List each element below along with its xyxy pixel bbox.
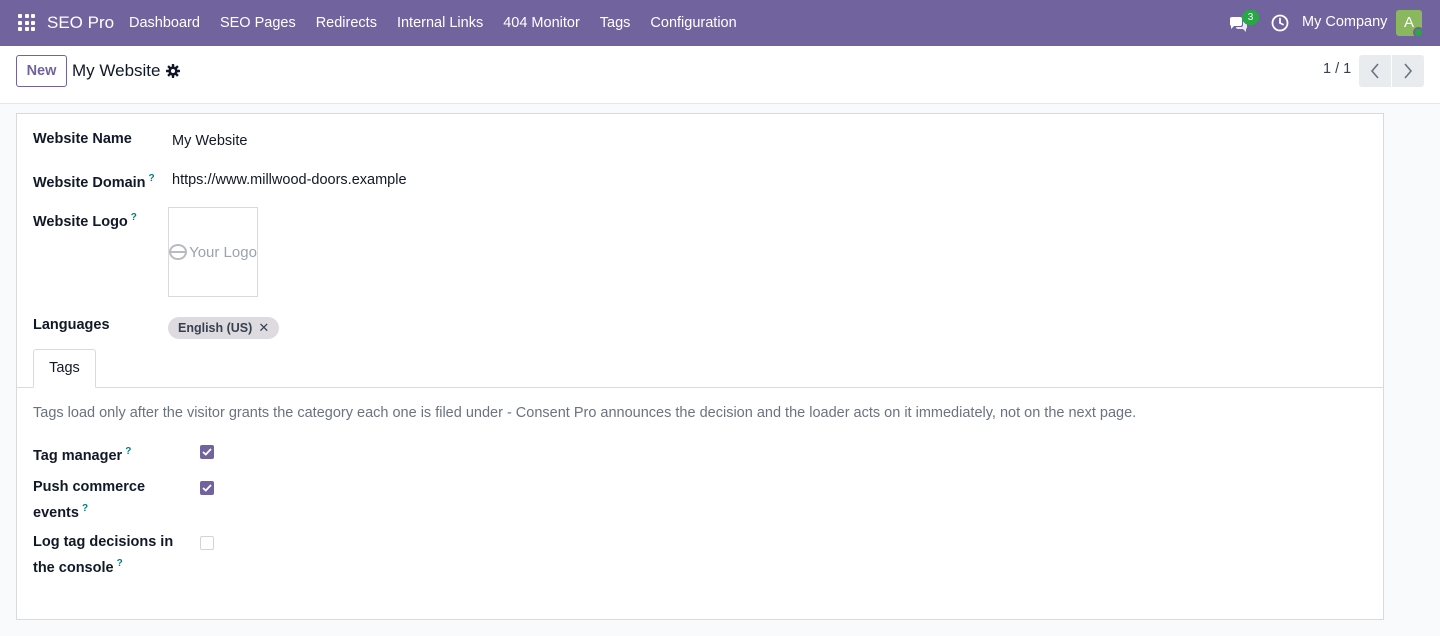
chat-count-badge: 3 (1242, 10, 1259, 25)
remove-tag-icon[interactable]: ✕ (258, 320, 269, 336)
pager-value[interactable]: 1 / 1 (1323, 61, 1351, 77)
chevron-right-icon (1404, 63, 1413, 79)
checkmark-icon (202, 484, 212, 492)
push-commerce-events-label: Push commerce events? (33, 479, 146, 521)
checkmark-icon (202, 448, 212, 456)
help-tooltip-icon[interactable]: ? (131, 212, 137, 223)
control-panel: New My Website 1 / 1 (0, 46, 1440, 104)
logo-text: Your Logo (189, 243, 257, 261)
log-tag-decisions-checkbox[interactable] (200, 536, 214, 550)
language-tag: English (US) ✕ (168, 317, 280, 339)
activity-clock-icon[interactable] (1271, 14, 1289, 32)
languages-label: Languages (33, 317, 110, 333)
help-tooltip-icon[interactable]: ? (82, 503, 88, 514)
tabs-divider (17, 387, 1383, 388)
app-brand[interactable]: SEO Pro (47, 13, 114, 33)
tags-tab-description: Tags load only after the visitor grants … (33, 405, 1137, 421)
breadcrumb-record-title: My Website (72, 61, 161, 80)
tag-manager-label: Tag manager? (33, 446, 132, 464)
help-tooltip-icon[interactable]: ? (125, 446, 131, 457)
help-tooltip-icon[interactable]: ? (117, 558, 123, 569)
push-commerce-events-checkbox[interactable] (200, 481, 214, 495)
website-domain-field[interactable]: https://www.millwood-doors.example (172, 172, 407, 188)
menu-item-404-monitor[interactable]: 404 Monitor (493, 0, 590, 46)
menu-item-seo-pages[interactable]: SEO Pages (210, 0, 306, 46)
top-navbar: SEO Pro Dashboard SEO Pages Redirects In… (0, 0, 1440, 46)
menu-item-dashboard[interactable]: Dashboard (119, 0, 210, 46)
menu-item-redirects[interactable]: Redirects (306, 0, 387, 46)
apps-grid-icon[interactable] (18, 14, 35, 31)
gear-icon[interactable] (166, 64, 180, 78)
company-switcher[interactable]: My Company (1302, 14, 1387, 30)
main-menu: Dashboard SEO Pages Redirects Internal L… (119, 0, 747, 46)
new-button[interactable]: New (16, 55, 67, 87)
online-status-dot (1413, 27, 1424, 38)
logo-mark-icon (169, 244, 188, 260)
form-sheet: Website Name My Website Website Domain? … (16, 113, 1384, 620)
menu-item-configuration[interactable]: Configuration (640, 0, 746, 46)
tag-manager-checkbox[interactable] (200, 445, 214, 459)
tab-tags[interactable]: Tags (33, 349, 96, 388)
log-tag-decisions-label: Log tag decisions in the console? (33, 534, 174, 576)
website-logo-image[interactable]: Your Logo (168, 207, 258, 297)
website-name-label: Website Name (33, 131, 132, 147)
menu-item-internal-links[interactable]: Internal Links (387, 0, 493, 46)
pager-next-button[interactable] (1392, 55, 1424, 87)
website-name-field[interactable]: My Website (172, 133, 247, 149)
pager-previous-button[interactable] (1359, 55, 1391, 87)
help-tooltip-icon[interactable]: ? (149, 173, 155, 184)
website-logo-label: Website Logo? (33, 212, 137, 230)
website-domain-label: Website Domain? (33, 173, 155, 191)
chevron-left-icon (1370, 63, 1379, 79)
menu-item-tags[interactable]: Tags (590, 0, 641, 46)
language-tag-label: English (US) (178, 321, 253, 335)
